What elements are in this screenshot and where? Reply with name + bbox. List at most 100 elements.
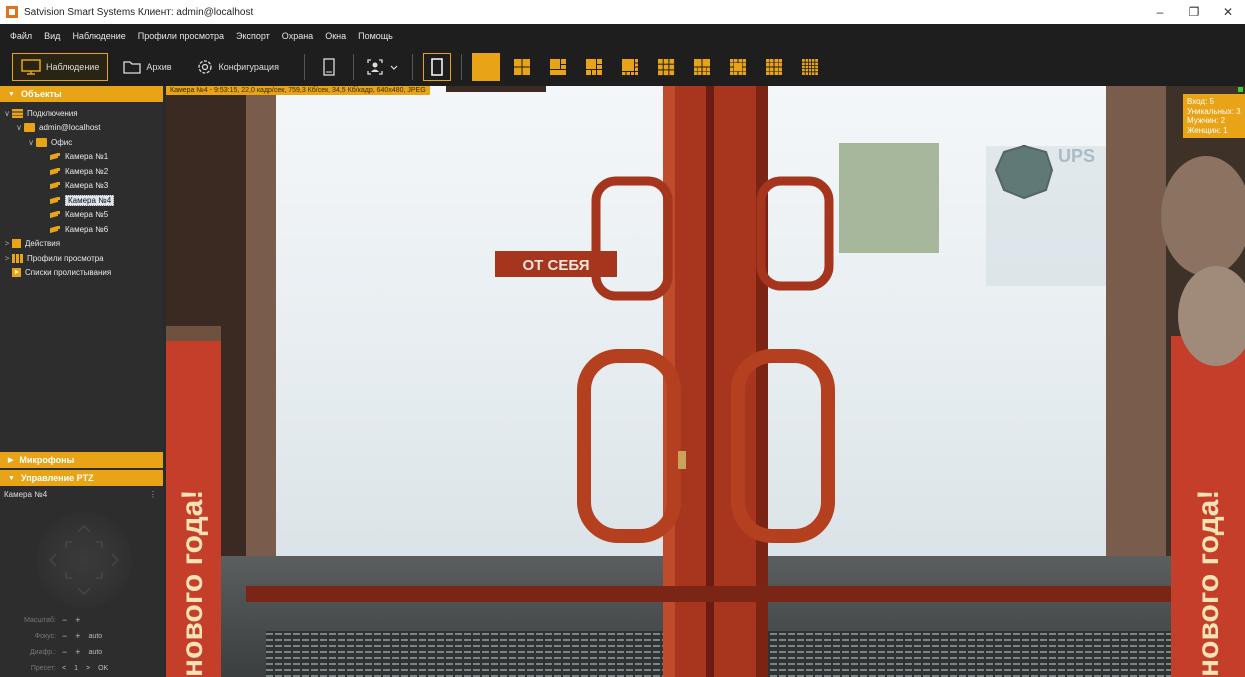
iris-minus-button[interactable]: − [62,647,67,657]
layout-2plus8-button[interactable] [688,53,716,81]
tablet-icon [323,58,335,76]
layout-1plus3-button[interactable] [544,53,572,81]
menu-bar: Файл Вид Наблюдение Профили просмотра Эк… [0,24,1245,48]
layout-3x2-button[interactable] [580,53,608,81]
window-title: Satvision Smart Systems Клиент: admin@lo… [24,6,254,18]
zoom-out-button[interactable]: − [62,615,67,625]
tree-item-label: admin@localhost [39,123,101,133]
menu-windows[interactable]: Окна [325,31,346,41]
ptz-header[interactable]: ▼ Управление PTZ [0,470,163,486]
tree-item-camera-4[interactable]: Камера №4 [0,193,163,208]
window-controls: – ❐ ✕ [1143,0,1245,24]
menu-view-profiles[interactable]: Профили просмотра [138,31,224,41]
preset-value[interactable]: 1 [74,665,78,672]
expander-icon[interactable]: ∨ [2,109,12,118]
tree-item-actions[interactable]: > Действия [0,237,163,252]
mode-configuration-button[interactable]: Конфигурация [187,53,288,81]
expander-icon[interactable]: ∨ [14,123,24,132]
stat-women: Женщин: 1 [1187,125,1228,135]
ptz-camera-name: Камера №4 [4,489,48,499]
mode-archive-label: Архив [146,62,172,72]
focus-auto-button[interactable]: auto [89,633,103,640]
main-toolbar: Наблюдение Архив Конфигурация [0,48,1245,86]
caret-down-icon: ▼ [8,474,15,482]
folder-icon [123,61,141,74]
layout-1plus7-button[interactable] [616,53,644,81]
preset-prev-button[interactable]: < [62,665,66,672]
tree-item-label: Камера №3 [65,181,109,191]
restore-button[interactable]: ❐ [1177,0,1211,24]
fullscreen-button[interactable] [315,53,343,81]
ptz-panel: Камера №4 ⋮ Масштаб: − + Фокус: − + auto… [0,486,163,672]
more-vertical-icon[interactable]: ⋮ [149,490,157,499]
expander-icon[interactable]: > [2,254,12,263]
layout-25-icon [801,59,818,75]
zoom-in-button[interactable]: + [75,615,80,625]
menu-export[interactable]: Экспорт [236,31,270,41]
mode-monitoring-button[interactable]: Наблюдение [12,53,109,81]
ptz-joystick[interactable] [36,512,132,608]
layout-1x1-button[interactable] [471,53,500,81]
layout-5x5-button[interactable] [796,53,824,81]
connections-icon [12,108,23,118]
single-view-button[interactable] [422,53,451,81]
person-dropdown-button[interactable] [364,53,402,81]
actions-icon [12,239,21,249]
expander-icon[interactable]: ∨ [26,138,36,147]
expander-icon[interactable]: > [2,239,12,248]
menu-help[interactable]: Помощь [358,31,393,41]
tree-item-label: Списки пролистывания [25,268,112,278]
folder-icon [36,137,47,147]
tree-item-server[interactable]: ∨ admin@localhost [0,121,163,136]
layout-1-icon [477,59,494,75]
camera-icon [50,152,61,161]
minimize-button[interactable]: – [1143,0,1177,24]
iris-plus-button[interactable]: + [75,647,80,657]
camera-video-frame: UPS ОТ СЕБЯ нового года! нового года! [166,86,1245,677]
tree-item-camera-3[interactable]: Камера №3 [0,179,163,194]
microphones-header-label: Микрофоны [19,455,75,465]
status-indicator [1238,87,1243,92]
caret-down-icon: ▼ [8,90,15,98]
tree-item-label: Камера №5 [65,210,109,220]
stat-unique: Уникальных: 3 [1187,106,1241,116]
tree-item-office[interactable]: ∨ Офис [0,135,163,150]
layout-4x4-button[interactable] [760,53,788,81]
preset-ok-button[interactable]: OK [98,665,108,672]
iris-auto-button[interactable]: auto [89,649,103,656]
menu-file[interactable]: Файл [10,31,32,41]
banner-right-text: нового года! [1192,490,1225,677]
focus-plus-button[interactable]: + [75,631,80,641]
menu-monitoring[interactable]: Наблюдение [72,31,125,41]
toolbar-separator [460,54,462,80]
menu-view[interactable]: Вид [44,31,60,41]
tree-item-label: Офис [51,137,73,147]
video-viewport[interactable]: UPS ОТ СЕБЯ нового года! нового года! Ка… [166,86,1245,677]
menu-security[interactable]: Охрана [282,31,313,41]
preset-next-button[interactable]: > [86,665,90,672]
objects-header[interactable]: ▼ Объекты [0,86,163,102]
focus-minus-button[interactable]: − [62,631,67,641]
tree-item-view-profiles[interactable]: > Профили просмотра [0,251,163,266]
ptz-header-label: Управление PTZ [20,473,94,483]
person-frame-icon [367,59,398,75]
app-logo-icon [6,6,18,18]
tree-item-scroll-lists[interactable]: Списки пролистывания [0,266,163,281]
layout-3x3-button[interactable] [652,53,680,81]
layout-2x2-button[interactable] [508,53,536,81]
layout-1plus12-button[interactable] [724,53,752,81]
tree-item-camera-6[interactable]: Камера №6 [0,222,163,237]
close-button[interactable]: ✕ [1211,0,1245,24]
toolbar-separator [303,54,305,80]
mode-archive-button[interactable]: Архив [114,53,180,81]
camera-icon [50,210,61,219]
monitor-icon [21,59,41,75]
microphones-header[interactable]: ▶ Микрофоны [0,452,163,468]
tree-item-camera-1[interactable]: Камера №1 [0,150,163,165]
tree-item-camera-2[interactable]: Камера №2 [0,164,163,179]
tree-item-connections[interactable]: ∨ Подключения [0,106,163,121]
zoom-label: Масштаб: [24,616,56,624]
tree-item-camera-5[interactable]: Камера №5 [0,208,163,223]
ptz-camera-selector[interactable]: Камера №4 ⋮ [0,486,163,502]
layout-8-icon [621,59,638,75]
